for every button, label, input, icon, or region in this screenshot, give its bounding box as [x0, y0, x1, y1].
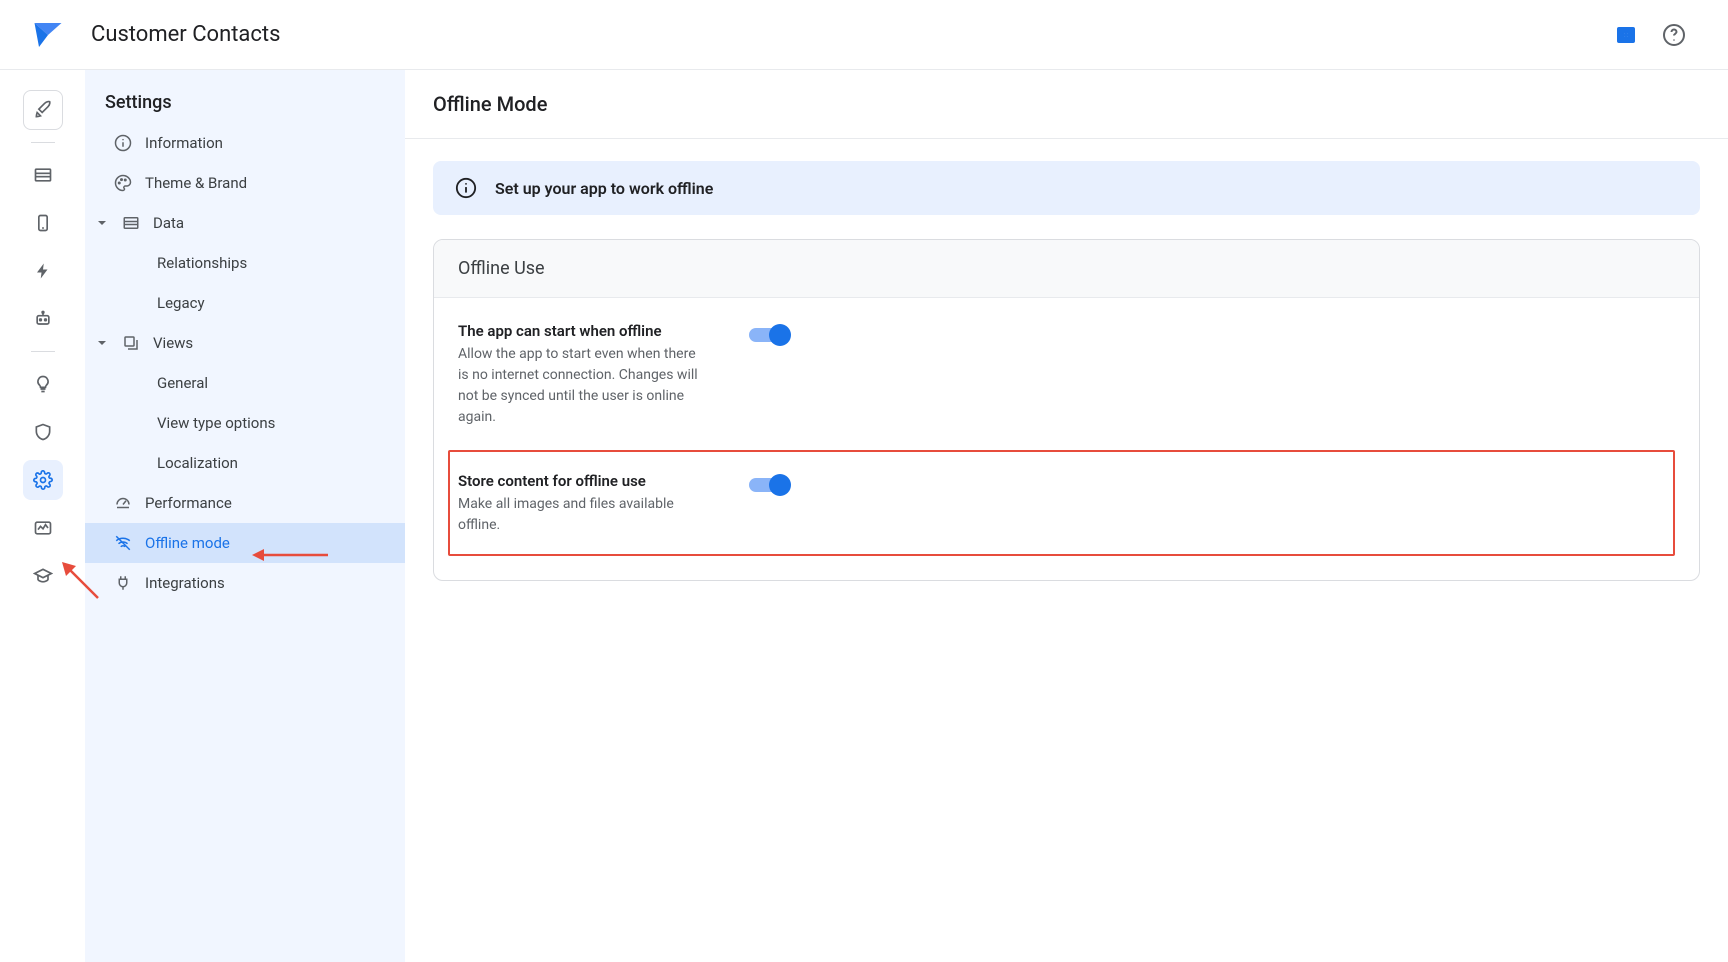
toggle-start-offline[interactable]	[749, 324, 793, 346]
sidebar-item-performance[interactable]: Performance	[85, 483, 405, 523]
topbar-right	[1612, 21, 1688, 49]
sidebar-item-localization[interactable]: Localization	[85, 443, 405, 483]
appsheet-logo[interactable]	[30, 17, 66, 53]
rail-bulb-icon[interactable]	[23, 364, 63, 404]
sidebar-item-label: Information	[145, 134, 223, 152]
rail-shield-icon[interactable]	[23, 412, 63, 452]
sidebar-item-information[interactable]: Information	[85, 123, 405, 163]
rail-separator	[31, 351, 55, 352]
sidebar-item-legacy[interactable]: Legacy	[85, 283, 405, 323]
setting-description: Make all images and files available offl…	[458, 494, 709, 536]
rail-education-icon[interactable]	[23, 556, 63, 596]
info-icon	[455, 177, 477, 199]
sidebar-item-label: Views	[153, 334, 193, 352]
panel-body: The app can start when offline Allow the…	[434, 298, 1699, 580]
content-body: Set up your app to work offline Offline …	[405, 139, 1728, 603]
info-banner: Set up your app to work offline	[433, 161, 1700, 215]
toggle-store-content[interactable]	[749, 474, 793, 496]
panel-title: Offline Use	[434, 240, 1699, 298]
wifi-off-icon	[113, 533, 133, 553]
sidebar-item-theme[interactable]: Theme & Brand	[85, 163, 405, 203]
caret-down-icon	[95, 338, 109, 348]
sidebar-item-label: Integrations	[145, 574, 225, 592]
sidebar-item-data[interactable]: Data	[85, 203, 405, 243]
rail-mobile-icon[interactable]	[23, 203, 63, 243]
plug-icon	[113, 573, 133, 593]
sidebar-item-label: View type options	[157, 414, 275, 432]
sidebar-title: Settings	[85, 92, 405, 123]
content-area: Offline Mode Set up your app to work off…	[405, 70, 1728, 962]
settings-sidebar: Settings Information Theme & Brand Data …	[85, 70, 405, 962]
sidebar-item-offline-mode[interactable]: Offline mode	[85, 523, 405, 563]
data-icon	[121, 213, 141, 233]
rail-data-icon[interactable]	[23, 155, 63, 195]
palette-icon	[113, 173, 133, 193]
rail-monitor-icon[interactable]	[23, 508, 63, 548]
sidebar-item-views[interactable]: Views	[85, 323, 405, 363]
sidebar-item-label: Relationships	[157, 254, 247, 272]
top-bar: Customer Contacts	[0, 0, 1728, 70]
sidebar-item-label: Performance	[145, 494, 232, 512]
caret-down-icon	[95, 218, 109, 228]
sidebar-item-general[interactable]: General	[85, 363, 405, 403]
sidebar-item-label: Theme & Brand	[145, 174, 247, 192]
page-title: Offline Mode	[405, 70, 1728, 139]
left-rail	[0, 70, 85, 962]
offline-use-panel: Offline Use The app can start when offli…	[433, 239, 1700, 581]
rail-separator	[31, 142, 55, 143]
setting-start-offline: The app can start when offline Allow the…	[458, 322, 1675, 428]
preview-button[interactable]	[1612, 21, 1640, 49]
views-icon	[121, 333, 141, 353]
rail-rocket-icon[interactable]	[23, 90, 63, 130]
setting-store-content: Store content for offline use Make all i…	[448, 450, 1675, 556]
speed-icon	[113, 493, 133, 513]
setting-title: Store content for offline use	[458, 472, 709, 490]
app-title: Customer Contacts	[91, 22, 280, 47]
main-layout: Settings Information Theme & Brand Data …	[0, 70, 1728, 962]
banner-text: Set up your app to work offline	[495, 179, 713, 198]
rail-bot-icon[interactable]	[23, 299, 63, 339]
sidebar-item-label: Legacy	[157, 294, 205, 312]
rail-settings-icon[interactable]	[23, 460, 63, 500]
sidebar-item-view-type-options[interactable]: View type options	[85, 403, 405, 443]
rail-bolt-icon[interactable]	[23, 251, 63, 291]
sidebar-item-label: General	[157, 374, 208, 392]
info-icon	[113, 133, 133, 153]
setting-title: The app can start when offline	[458, 322, 709, 340]
sidebar-item-label: Offline mode	[145, 534, 230, 552]
help-button[interactable]	[1660, 21, 1688, 49]
sidebar-item-relationships[interactable]: Relationships	[85, 243, 405, 283]
topbar-left: Customer Contacts	[30, 17, 280, 53]
sidebar-item-integrations[interactable]: Integrations	[85, 563, 405, 603]
sidebar-item-label: Data	[153, 214, 184, 232]
sidebar-item-label: Localization	[157, 454, 238, 472]
setting-description: Allow the app to start even when there i…	[458, 344, 709, 428]
